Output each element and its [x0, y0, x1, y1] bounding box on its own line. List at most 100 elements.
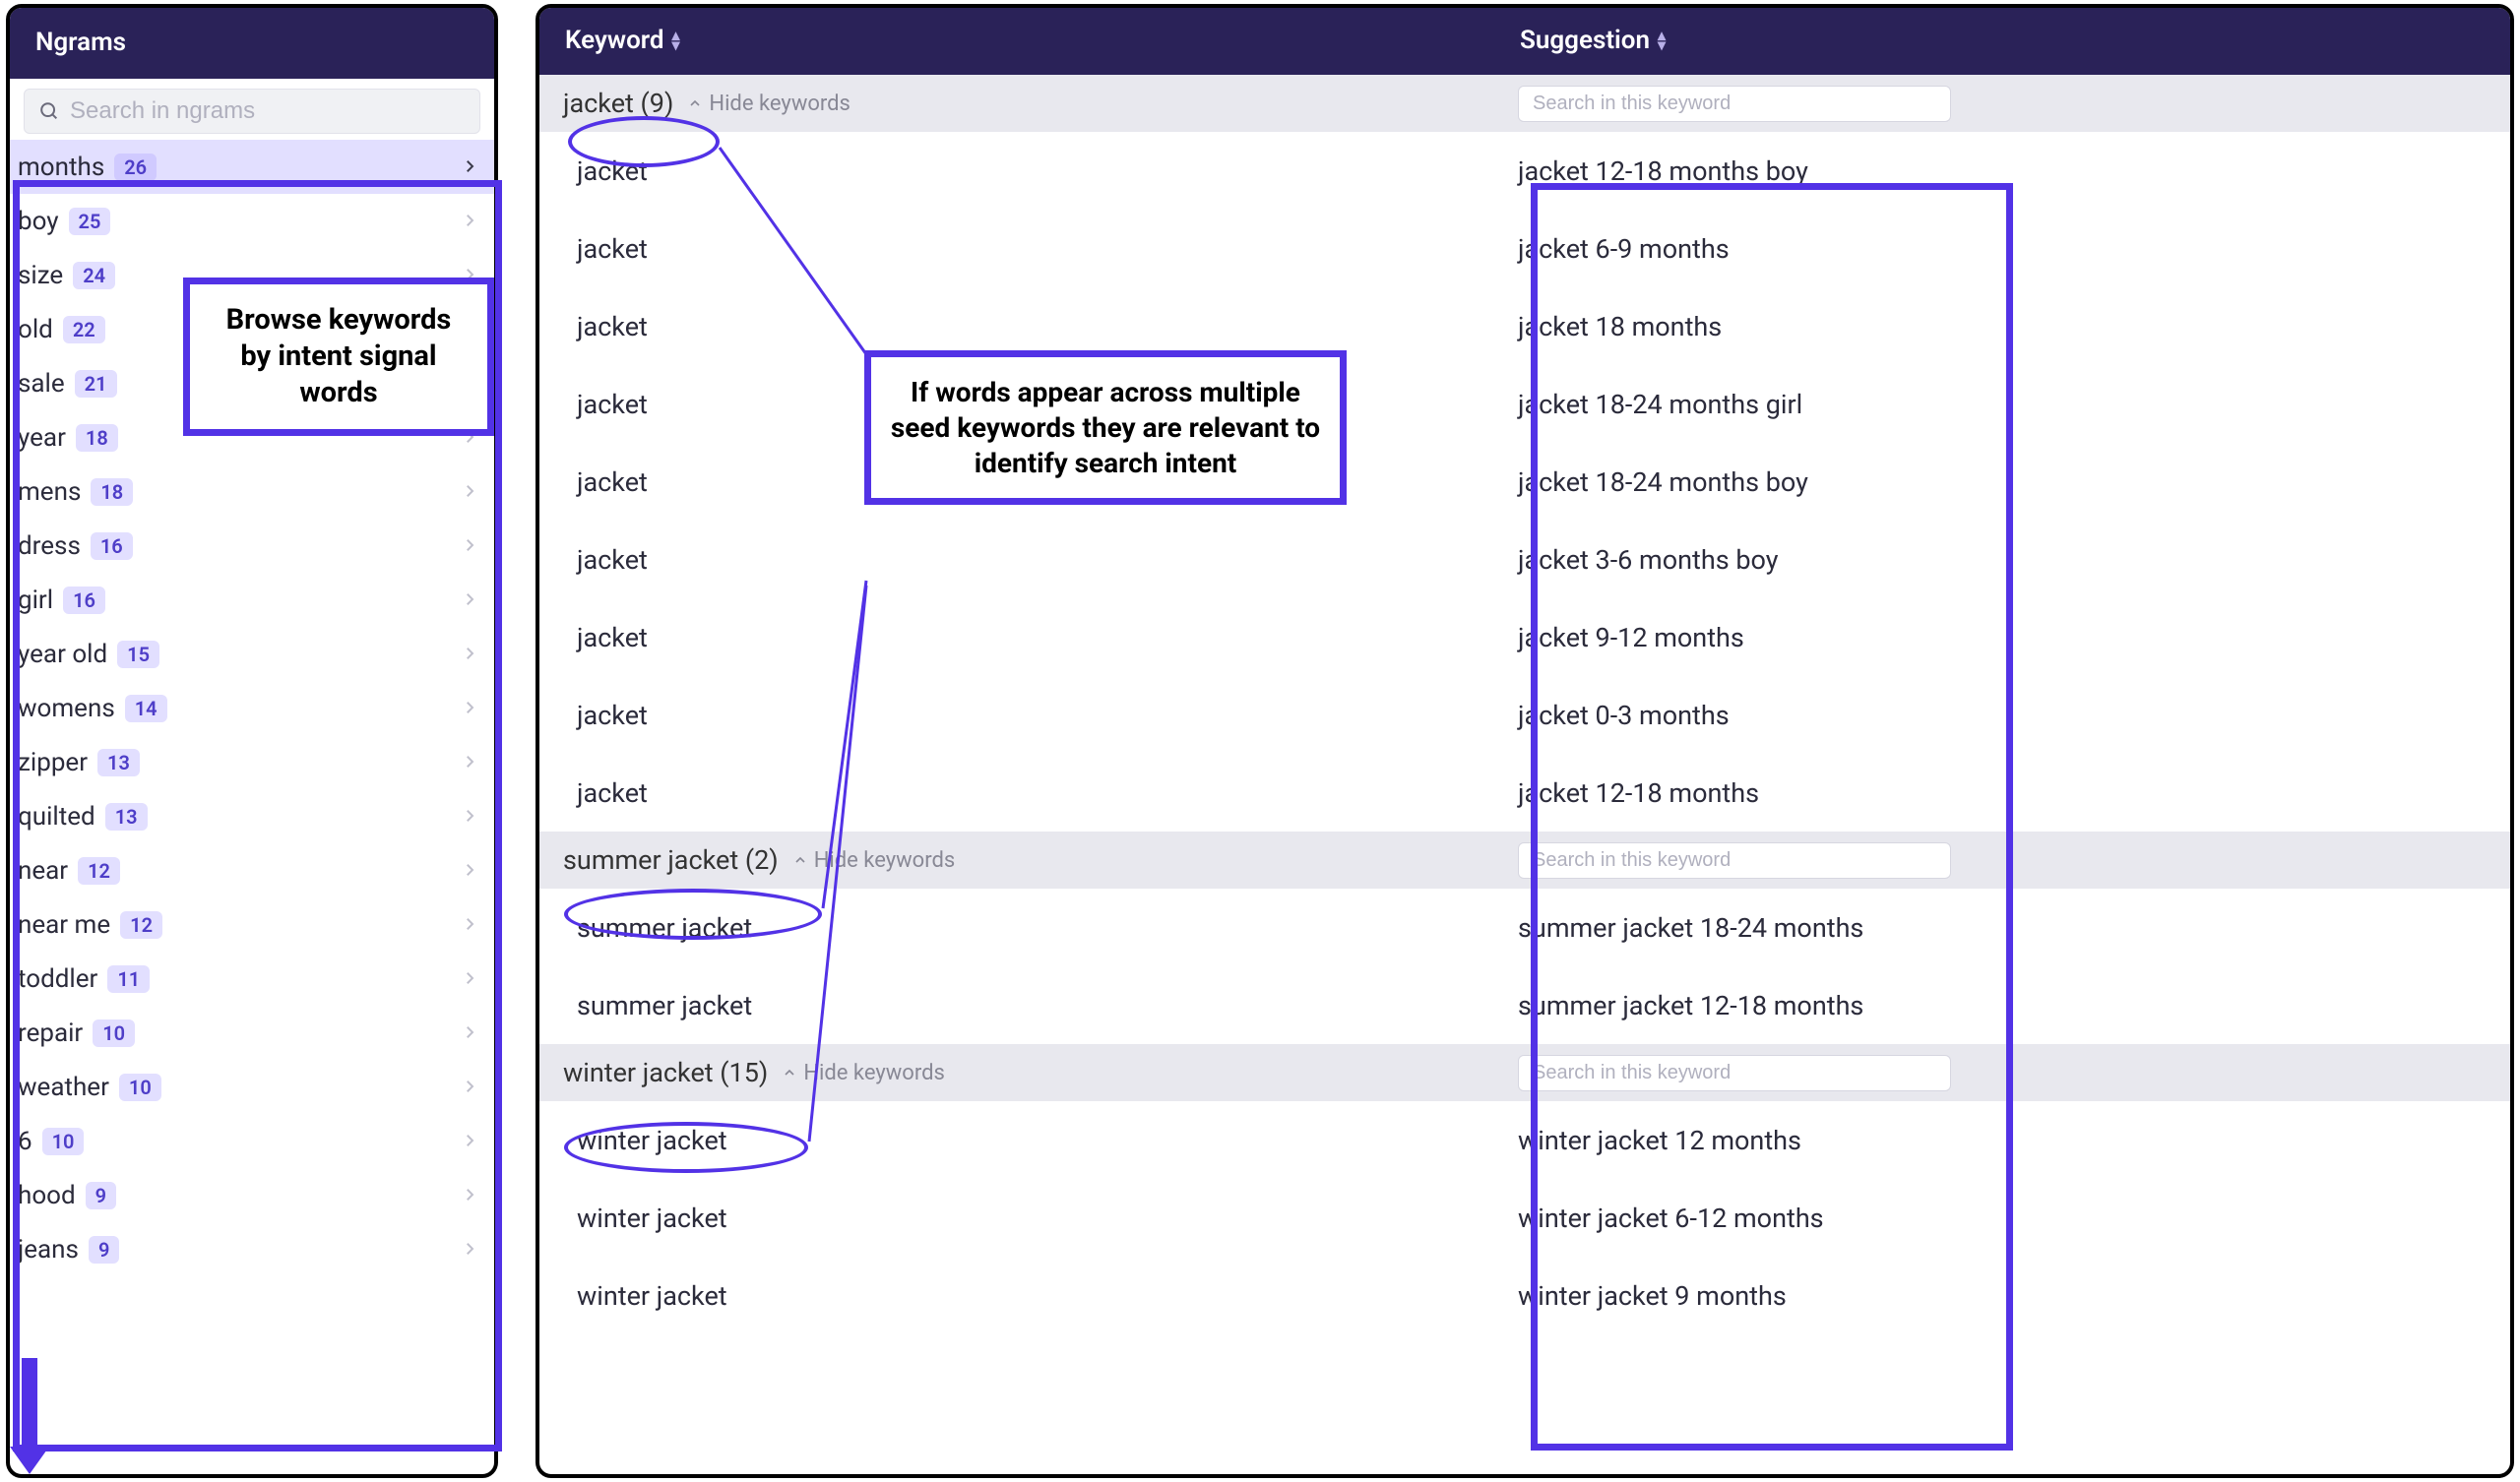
keyword-panel: Keyword ▴▾ Suggestion ▴▾ jacket (9)Hide …: [536, 4, 2514, 1478]
ngram-count: 9: [89, 1236, 119, 1264]
ngram-item-quilted[interactable]: quilted 13: [10, 789, 494, 843]
ngram-count: 13: [105, 803, 148, 831]
keyword-row[interactable]: jacketjacket 12-18 months boy: [539, 132, 2510, 210]
ngram-item-near[interactable]: near12: [10, 843, 494, 897]
ngram-item-months[interactable]: months 26: [10, 140, 494, 194]
chevron-up-icon: [687, 95, 703, 111]
keyword-row[interactable]: jacketjacket 12-18 months: [539, 754, 2510, 832]
ngram-item-toddler[interactable]: toddler 11: [10, 952, 494, 1006]
ngram-count: 21: [75, 370, 117, 398]
ngram-count: 10: [93, 1019, 135, 1047]
keyword-row[interactable]: summer jacketsummer jacket 18-24 months: [539, 889, 2510, 966]
ngram-label: sale: [18, 369, 65, 399]
ngram-count: 15: [117, 641, 159, 668]
annotation-center: If words appear across multiple seed key…: [864, 350, 1347, 505]
suggestion-cell: winter jacket 6-12 months: [1518, 1203, 2510, 1234]
ngram-count: 9: [86, 1182, 116, 1209]
chevron-right-icon: [461, 1073, 478, 1102]
keyword-row[interactable]: jacketjacket 9-12 months: [539, 598, 2510, 676]
keyword-row[interactable]: winter jacketwinter jacket 12 months: [539, 1101, 2510, 1179]
keyword-cell: jacket: [563, 155, 1518, 187]
ngram-label: hood: [18, 1181, 76, 1210]
suggestion-cell: jacket 6-9 months: [1518, 233, 2510, 265]
suggestion-cell: jacket 12-18 months: [1518, 777, 2510, 809]
suggestion-cell: jacket 18 months: [1518, 311, 2510, 342]
ngram-label: months: [18, 153, 104, 182]
chevron-up-icon: [782, 1065, 797, 1081]
ngram-label: weather: [18, 1073, 109, 1102]
ngram-label: quilted: [18, 802, 95, 832]
ngrams-sidebar: Ngrams months26boy25size24old22sale21yea…: [6, 4, 498, 1478]
ngram-item-womens[interactable]: womens14: [10, 681, 494, 735]
keyword-row[interactable]: summer jacketsummer jacket 12-18 months: [539, 966, 2510, 1044]
hide-keywords-toggle[interactable]: Hide keywords: [792, 848, 956, 873]
hide-keywords-toggle[interactable]: Hide keywords: [687, 92, 850, 116]
ngram-item-year-old[interactable]: year old 15: [10, 627, 494, 681]
inline-keyword-search[interactable]: [1518, 86, 1951, 122]
inline-keyword-search[interactable]: [1518, 842, 1951, 879]
ngram-item-zipper[interactable]: zipper 13: [10, 735, 494, 789]
ngram-item-mens[interactable]: mens18: [10, 464, 494, 519]
inline-keyword-search[interactable]: [1518, 1055, 1951, 1091]
keyword-row[interactable]: winter jacketwinter jacket 6-12 months: [539, 1179, 2510, 1257]
keyword-group-header[interactable]: summer jacket (2) Hide keywords: [539, 832, 2510, 889]
ngram-item-jeans[interactable]: jeans9: [10, 1222, 494, 1276]
keyword-row[interactable]: jacketjacket 3-6 months boy: [539, 521, 2510, 598]
ngrams-search[interactable]: [24, 89, 480, 134]
ngram-count: 22: [63, 316, 105, 343]
keyword-row[interactable]: jacketjacket 18 months: [539, 287, 2510, 365]
keyword-row[interactable]: jacketjacket 6-9 months: [539, 210, 2510, 287]
keyword-group-header[interactable]: jacket (9)Hide keywords: [539, 75, 2510, 132]
chevron-right-icon: [461, 1235, 478, 1265]
chevron-right-icon: [461, 748, 478, 777]
ngram-label: dress: [18, 531, 81, 561]
search-icon: [38, 100, 60, 122]
suggestion-cell: winter jacket 9 months: [1518, 1280, 2510, 1312]
suggestion-cell: summer jacket 18-24 months: [1518, 912, 2510, 944]
chevron-right-icon: [461, 694, 478, 723]
keyword-cell: winter jacket: [563, 1280, 1518, 1312]
suggestion-cell: jacket 9-12 months: [1518, 622, 2510, 653]
annotation-arrow-down: [6, 1358, 53, 1476]
sort-icon: ▴▾: [672, 31, 680, 50]
keyword-group-header[interactable]: winter jacket (15) Hide keywords: [539, 1044, 2510, 1101]
ngram-label: toddler: [18, 964, 97, 994]
ngram-label: near me: [18, 910, 110, 940]
ngram-label: size: [18, 261, 63, 290]
chevron-right-icon: [461, 586, 478, 615]
ngram-count: 26: [114, 154, 157, 181]
ngram-count: 13: [97, 749, 140, 776]
ngram-count: 25: [69, 208, 111, 235]
keyword-cell: jacket: [563, 622, 1518, 653]
chevron-right-icon: [461, 1019, 478, 1048]
ngram-count: 10: [42, 1128, 85, 1155]
keyword-cell: winter jacket: [563, 1125, 1518, 1156]
keyword-row[interactable]: jacketjacket 0-3 months: [539, 676, 2510, 754]
ngram-item-dress[interactable]: dress16: [10, 519, 494, 573]
ngram-item-repair[interactable]: repair10: [10, 1006, 494, 1060]
group-label: summer jacket (2): [563, 844, 779, 876]
ngram-item-boy[interactable]: boy25: [10, 194, 494, 248]
column-header-keyword[interactable]: Keyword ▴▾: [565, 26, 1520, 55]
ngram-item-near-me[interactable]: near me12: [10, 897, 494, 952]
ngram-item-hood[interactable]: hood 9: [10, 1168, 494, 1222]
group-label: winter jacket (15): [563, 1057, 768, 1088]
chevron-right-icon: [461, 531, 478, 561]
hide-keywords-toggle[interactable]: Hide keywords: [782, 1061, 945, 1085]
column-header-suggestion[interactable]: Suggestion ▴▾: [1520, 26, 2485, 55]
sort-icon: ▴▾: [1658, 31, 1666, 50]
keyword-row[interactable]: winter jacketwinter jacket 9 months: [539, 1257, 2510, 1334]
ngram-label: year old: [18, 640, 107, 669]
ngrams-title: Ngrams: [10, 8, 494, 79]
ngram-item-weather[interactable]: weather10: [10, 1060, 494, 1114]
ngram-item-6[interactable]: 610: [10, 1114, 494, 1168]
ngram-label: zipper: [18, 748, 88, 777]
ngram-label: womens: [18, 694, 115, 723]
keyword-row[interactable]: jacketjacket 18-24 months girl: [539, 365, 2510, 443]
ngram-count: 11: [107, 965, 150, 993]
ngram-item-girl[interactable]: girl16: [10, 573, 494, 627]
suggestion-cell: jacket 3-6 months boy: [1518, 544, 2510, 576]
keyword-row[interactable]: jacketjacket 18-24 months boy: [539, 443, 2510, 521]
ngrams-search-input[interactable]: [70, 97, 466, 125]
keyword-cell: jacket: [563, 700, 1518, 731]
